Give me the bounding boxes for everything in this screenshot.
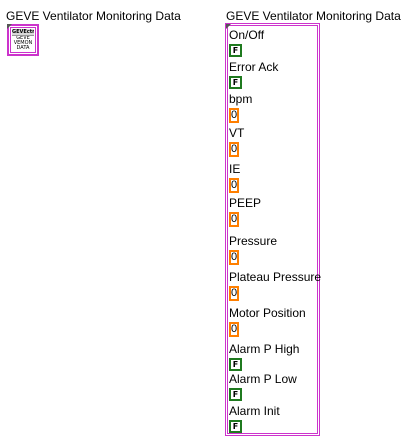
on-off-boolean-indicator[interactable]: F — [229, 44, 242, 57]
pressure-label: Pressure — [229, 234, 278, 248]
field-error-ack: Error Ack F — [229, 60, 278, 89]
field-bpm: bpm 0 — [229, 92, 252, 123]
typedef-icon-header: GEVEctrl — [12, 29, 34, 36]
alarm-p-high-boolean-indicator[interactable]: F — [229, 358, 242, 371]
plateau-pressure-label: Plateau Pressure — [229, 270, 322, 284]
field-alarm-init: Alarm Init F — [229, 404, 280, 433]
pressure-numeric-indicator[interactable]: 0 — [229, 250, 239, 265]
ie-numeric-indicator[interactable]: 0 — [229, 178, 239, 193]
field-on-off: On/Off F — [229, 28, 264, 57]
field-motor-position: Motor Position 0 — [229, 306, 306, 337]
cluster-label: GEVE Ventilator Monitoring Data — [226, 9, 401, 23]
error-ack-label: Error Ack — [229, 60, 279, 74]
peep-label: PEEP — [229, 196, 262, 210]
alarm-p-low-boolean-indicator[interactable]: F — [229, 388, 242, 401]
vt-label: VT — [229, 126, 245, 140]
alarm-p-low-label: Alarm P Low — [229, 372, 297, 386]
field-alarm-p-high: Alarm P High F — [229, 342, 299, 371]
corner-marker-icon — [226, 24, 231, 29]
ie-label: IE — [229, 162, 241, 176]
motor-position-numeric-indicator[interactable]: 0 — [229, 322, 239, 337]
alarm-p-high-label: Alarm P High — [229, 342, 300, 356]
error-ack-boolean-indicator[interactable]: F — [229, 76, 242, 89]
typedef-label: GEVE Ventilator Monitoring Data — [6, 9, 181, 23]
field-vt: VT 0 — [229, 126, 244, 157]
field-pressure: Pressure 0 — [229, 234, 277, 265]
field-alarm-p-low: Alarm P Low F — [229, 372, 297, 401]
plateau-pressure-numeric-indicator[interactable]: 0 — [229, 286, 239, 301]
typedef-icon-text: GEVE VEMON DATA — [12, 36, 34, 51]
typedef-icon[interactable]: GEVEctrl GEVE VEMON DATA — [7, 24, 39, 56]
bpm-label: bpm — [229, 92, 253, 106]
alarm-init-boolean-indicator[interactable]: F — [229, 420, 242, 433]
field-plateau-pressure: Plateau Pressure 0 — [229, 270, 321, 301]
field-peep: PEEP 0 — [229, 196, 261, 227]
on-off-label: On/Off — [229, 28, 265, 42]
alarm-init-label: Alarm Init — [229, 404, 280, 418]
motor-position-label: Motor Position — [229, 306, 306, 320]
vt-numeric-indicator[interactable]: 0 — [229, 142, 239, 157]
cluster-indicator[interactable]: On/Off F Error Ack F bpm 0 VT 0 IE 0 PEE… — [225, 23, 321, 436]
field-ie: IE 0 — [229, 162, 240, 193]
peep-numeric-indicator[interactable]: 0 — [229, 212, 239, 227]
bpm-numeric-indicator[interactable]: 0 — [229, 108, 239, 123]
typedef-icon-line: DATA — [16, 45, 30, 51]
